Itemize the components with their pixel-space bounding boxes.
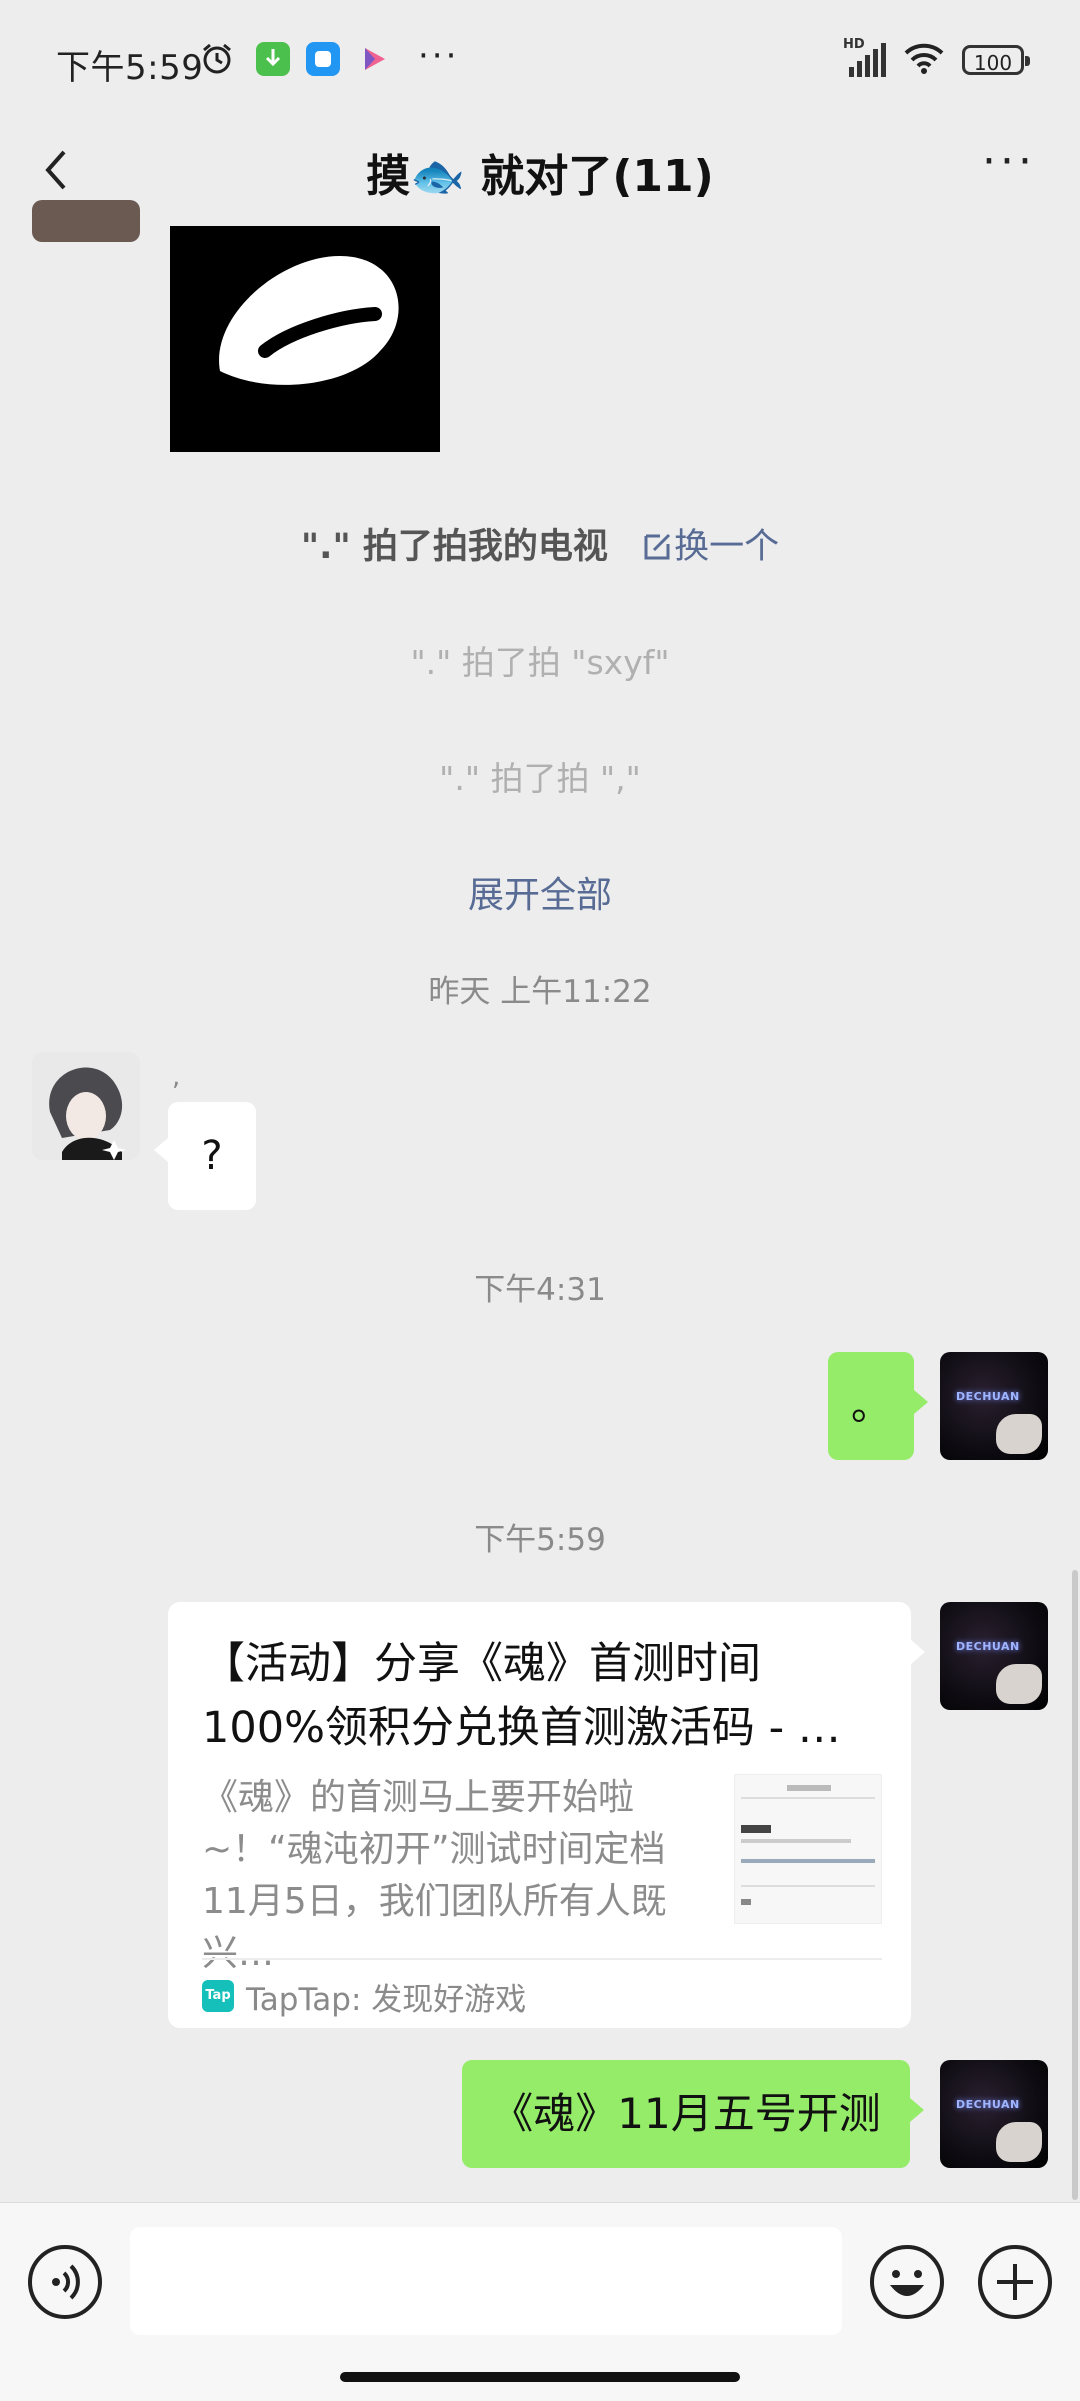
avatar-hand	[996, 1414, 1042, 1454]
timestamp: 下午5:59	[474, 1522, 606, 1558]
avatar-self[interactable]: DECHUAN	[940, 1352, 1048, 1460]
pat-sxyf-message: "." 拍了拍 "sxyf"	[410, 643, 670, 682]
message-input[interactable]	[130, 2227, 842, 2335]
link-card[interactable]: 【活动】分享《魂》首测时间100%领积分兑换首测激活码 - … 《魂》的首测马上…	[168, 1602, 911, 2028]
plus-icon	[997, 2264, 1033, 2300]
message-bubble-self[interactable]: 《魂》11月五号开测	[462, 2060, 910, 2168]
play-icon	[356, 42, 390, 76]
pat-main-text: "." 拍了拍我的电视	[300, 527, 608, 567]
avatar-text: DECHUAN	[956, 2098, 1020, 2111]
image-message[interactable]	[170, 226, 440, 452]
emoji-icon	[890, 2270, 924, 2296]
more-notifications-icon: ···	[418, 36, 460, 76]
bubble-tail	[154, 1138, 168, 1162]
expand-all-link[interactable]: 展开全部	[0, 866, 1080, 918]
avatar-self[interactable]: DECHUAN	[940, 1602, 1048, 1710]
status-right: HD 100	[843, 37, 1030, 82]
avatar[interactable]	[32, 200, 140, 242]
sender-name: ,	[172, 1062, 181, 1092]
timestamp: 昨天 上午11:22	[428, 974, 652, 1010]
network-label: HD	[843, 37, 865, 52]
avatar-text: DECHUAN	[956, 1390, 1020, 1403]
scrollbar[interactable]	[1072, 1570, 1078, 2200]
card-source-label: TapTap: 发现好游戏	[246, 1981, 527, 2018]
pat-message: "." 拍了拍我的电视 换一个	[0, 518, 1080, 569]
change-pat-label: 换一个	[674, 527, 780, 567]
home-indicator[interactable]	[340, 2372, 740, 2382]
wifi-icon	[902, 41, 946, 79]
pat-comma-message: "." 拍了拍 ","	[439, 759, 641, 798]
alarm-icon	[200, 42, 234, 76]
title-bar: 摸🐟 就对了(11) ···	[0, 120, 1080, 220]
card-title: 【活动】分享《魂》首测时间100%领积分兑换首测激活码 - …	[202, 1639, 841, 1753]
more-button[interactable]: ···	[974, 140, 1044, 198]
status-time: 下午5:59	[56, 48, 204, 88]
voice-button[interactable]	[28, 2245, 102, 2319]
message-text: ?	[201, 1133, 223, 1179]
message-text: 《魂》11月五号开测	[491, 2089, 881, 2138]
app-icon	[306, 42, 340, 76]
sticker-image	[219, 256, 399, 385]
bubble-tail	[911, 1640, 925, 1664]
status-bar: 下午5:59 ··· HD 100	[0, 0, 1080, 120]
taptap-logo-icon: Tap	[202, 1980, 234, 2012]
download-icon	[256, 42, 290, 76]
card-source: Tap TapTap: 发现好游戏	[202, 1976, 527, 2018]
plus-button[interactable]	[978, 2245, 1052, 2319]
timestamp: 下午4:31	[474, 1272, 606, 1308]
signal-icon: HD	[843, 37, 886, 77]
avatar-hand	[996, 2122, 1042, 2162]
avatar-self[interactable]: DECHUAN	[940, 2060, 1048, 2168]
message-text: 。	[851, 1383, 891, 1429]
voice-icon	[52, 2264, 80, 2300]
emoji-button[interactable]	[870, 2245, 944, 2319]
bubble-tail	[910, 2098, 924, 2122]
card-divider	[202, 1958, 882, 1960]
avatar-hand	[996, 1664, 1042, 1704]
battery-icon: 100	[962, 45, 1030, 75]
card-description: 《魂》的首测马上要开始啦~！“魂沌初开”测试时间定档11月5日，我们团队所有人既…	[202, 1777, 667, 1974]
change-pat-link[interactable]: 换一个	[642, 527, 779, 567]
avatar-text: DECHUAN	[956, 1640, 1020, 1653]
message-bubble-self[interactable]: 。	[828, 1352, 914, 1460]
message-bubble[interactable]: ?	[168, 1102, 256, 1210]
bubble-tail	[914, 1390, 928, 1414]
edit-icon	[644, 533, 671, 560]
avatar-other[interactable]	[32, 1052, 140, 1160]
card-thumbnail	[734, 1774, 882, 1924]
chat-title: 摸🐟 就对了(11)	[366, 151, 714, 202]
anime-avatar-image	[32, 1052, 140, 1160]
more-icon: ···	[982, 136, 1036, 187]
